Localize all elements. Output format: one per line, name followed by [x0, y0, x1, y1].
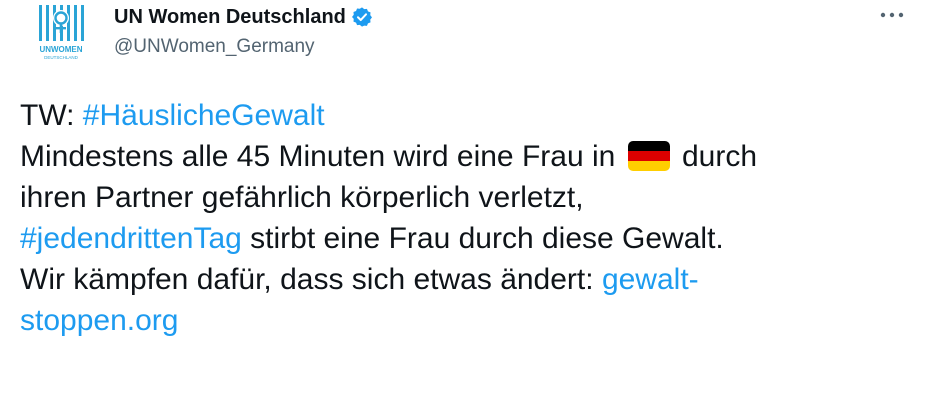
hashtag-haeusliche-gewalt[interactable]: #HäuslicheGewalt: [83, 99, 325, 132]
tweet-line-3: ihren Partner gefährlich körperlich verl…: [20, 181, 584, 214]
tweet-card: UNWOMEN DEUTSCHLAND UN Women Deutschland…: [0, 0, 926, 400]
account-handle[interactable]: @UNWomen_Germany: [114, 36, 315, 58]
tweet-text-segment: durch: [673, 140, 758, 173]
display-name[interactable]: UN Women Deutschland: [114, 6, 346, 29]
germany-flag-icon: [627, 141, 670, 171]
tweet-text-segment: stirbt eine Frau durch diese Gewalt.: [241, 222, 724, 255]
tweet-line-2: Mindestens alle 45 Minuten wird eine Fra…: [20, 136, 910, 177]
external-link-part-1[interactable]: gewalt-: [602, 263, 699, 296]
tweet-line-1: TW: #HäuslicheGewalt: [20, 95, 910, 136]
tweet-text-segment: Mindestens alle 45 Minuten wird eine Fra…: [20, 140, 624, 173]
tweet-line-6: stoppen.org: [20, 300, 910, 341]
more-dots-icon: [880, 12, 904, 18]
tweet-text-segment: Wir kämpfen dafür, dass sich etwas änder…: [20, 263, 602, 296]
svg-text:DEUTSCHLAND: DEUTSCHLAND: [44, 55, 79, 60]
external-link-part-2[interactable]: stoppen.org: [20, 304, 178, 337]
tweet-line-5: Wir kämpfen dafür, dass sich etwas änder…: [20, 259, 910, 300]
hashtag-jeden-dritten-tag[interactable]: #jedendrittenTag: [20, 222, 242, 255]
tweet-line-4: #jedendrittenTag stirbt eine Frau durch …: [20, 218, 910, 259]
svg-text:UNWOMEN: UNWOMEN: [39, 45, 82, 54]
more-options-button[interactable]: [874, 4, 910, 26]
tweet-text: TW: #HäuslicheGewalt Mindestens alle 45 …: [20, 95, 910, 341]
trigger-warning-label: TW:: [20, 99, 83, 132]
verified-badge-icon: [351, 7, 372, 27]
tweet-header: UNWOMEN DEUTSCHLAND UN Women Deutschland…: [22, 0, 912, 70]
name-row: UN Women Deutschland: [114, 4, 373, 30]
un-women-logo-avatar[interactable]: UNWOMEN DEUTSCHLAND: [30, 2, 92, 64]
